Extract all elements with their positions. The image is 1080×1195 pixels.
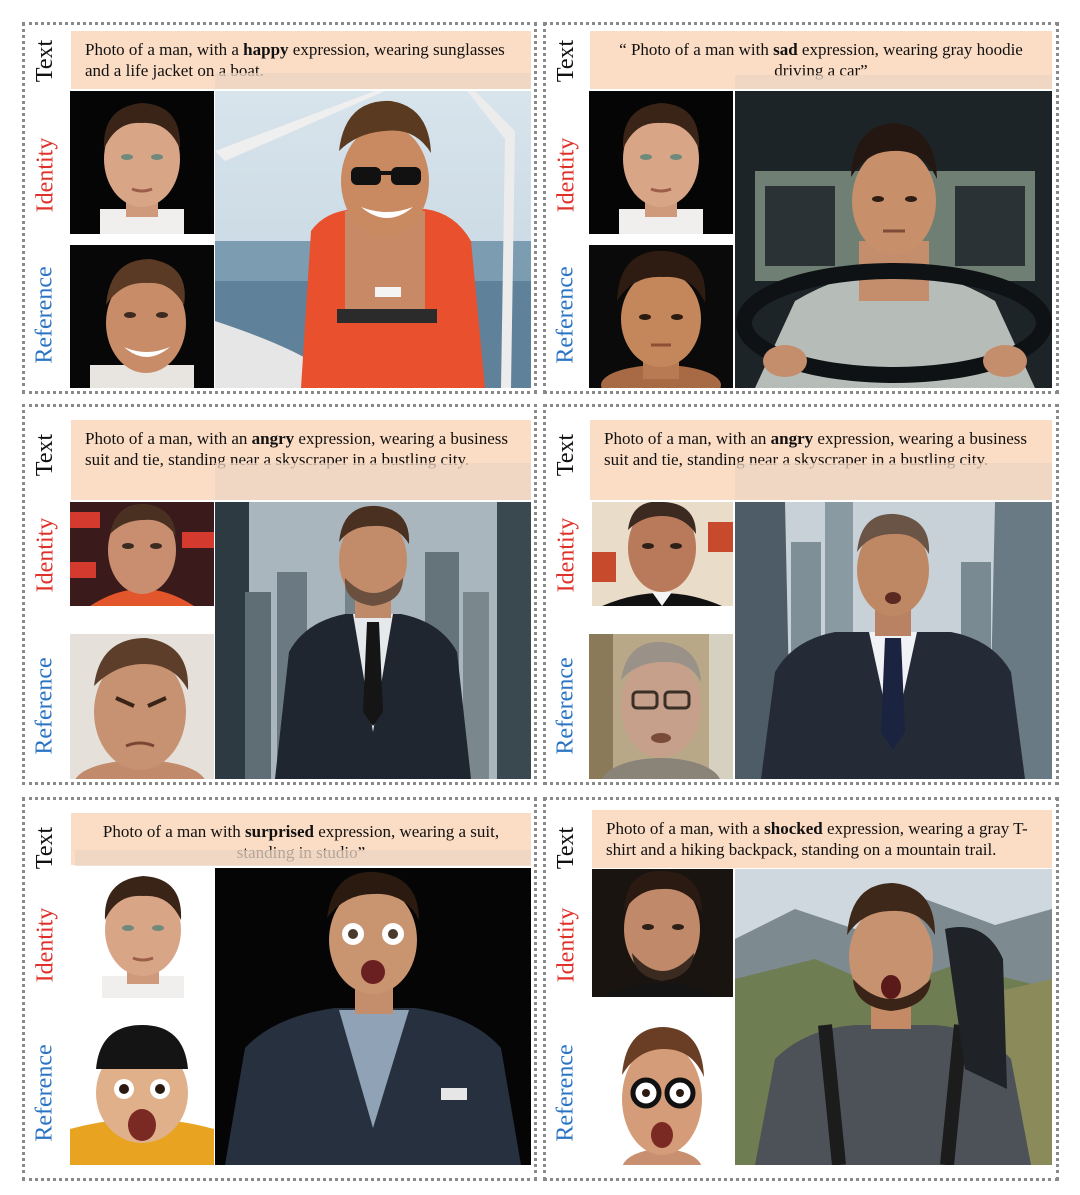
- generated-photo: [215, 868, 531, 1165]
- text-label: Text: [32, 39, 58, 83]
- reference-label: Reference: [32, 266, 59, 364]
- generated-photo: [215, 502, 531, 779]
- caption-overlay: [215, 73, 531, 89]
- identity-photo: [589, 91, 733, 234]
- identity-label: Identity: [32, 517, 58, 593]
- caption-overlay: [75, 850, 531, 866]
- reference-label: Reference: [32, 656, 59, 755]
- identity-label: Identity: [32, 907, 58, 983]
- generated-photo: [735, 869, 1052, 1165]
- panel-angry-2: Text Identity Reference Photo of a man, …: [543, 404, 1059, 785]
- reference-photo: [70, 1019, 214, 1165]
- panel-surprised: Text Identity Reference Photo of a man w…: [22, 797, 537, 1181]
- identity-label: Identity: [553, 907, 579, 983]
- caption-overlay: [215, 463, 531, 500]
- reference-photo: [589, 634, 733, 779]
- prompt-caption: Photo of a man, with a shocked expressio…: [592, 810, 1052, 868]
- panel-sad: Text Identity Reference “ Photo of a man…: [543, 22, 1059, 394]
- text-label: Text: [32, 433, 58, 477]
- reference-label: Reference: [32, 1044, 59, 1142]
- identity-photo: [592, 502, 733, 606]
- panel-happy: Text Identity Reference Photo of a man, …: [22, 22, 537, 394]
- caption-overlay: [735, 463, 1052, 500]
- reference-photo: [589, 245, 733, 388]
- reference-photo: [70, 245, 214, 388]
- identity-photo: [72, 868, 214, 998]
- reference-label: Reference: [553, 1044, 580, 1142]
- text-label: Text: [553, 39, 579, 83]
- text-label: Text: [553, 826, 579, 870]
- text-label: Text: [553, 433, 579, 477]
- identity-label: Identity: [32, 137, 58, 213]
- reference-label: Reference: [553, 266, 580, 364]
- generated-photo: [735, 502, 1052, 779]
- reference-label: Reference: [553, 656, 580, 755]
- identity-photo: [70, 91, 214, 234]
- caption-overlay: [735, 75, 1052, 89]
- identity-photo: [592, 869, 733, 997]
- panel-shocked: Text Identity Reference Photo of a man, …: [543, 797, 1059, 1181]
- reference-photo: [592, 1019, 733, 1165]
- identity-label: Identity: [553, 517, 579, 593]
- identity-label: Identity: [553, 137, 579, 213]
- reference-photo: [70, 634, 214, 779]
- text-label: Text: [32, 826, 58, 870]
- generated-photo: [215, 91, 531, 388]
- generated-photo: [735, 91, 1052, 388]
- panel-angry-1: Text Identity Reference Photo of a man, …: [22, 404, 537, 785]
- identity-photo: [70, 502, 214, 606]
